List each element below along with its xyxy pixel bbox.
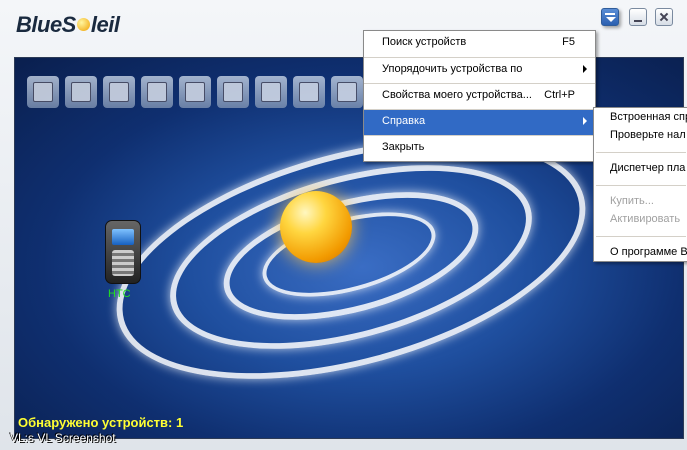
- printer-icon[interactable]: [103, 76, 135, 108]
- close-button[interactable]: [655, 8, 673, 26]
- menu-item-close[interactable]: Закрыть: [364, 135, 595, 161]
- menu-separator: [596, 177, 686, 186]
- menu-separator: [596, 228, 686, 237]
- menu-item-my-device-properties[interactable]: Свойства моего устройства... Ctrl+P: [364, 83, 595, 109]
- logo-text-left: BlueS: [16, 12, 76, 37]
- submenu-item-buy: Купить...: [610, 195, 654, 207]
- menu-item-label: Закрыть: [382, 141, 425, 153]
- menu-item-label: Поиск устройств: [382, 36, 467, 48]
- phone-keys: [112, 250, 134, 276]
- menu-item-sort-devices[interactable]: Упорядочить устройства по: [364, 57, 595, 83]
- phone-screen: [112, 229, 134, 245]
- device-label[interactable]: HTC: [108, 288, 131, 300]
- file-icon[interactable]: [141, 76, 173, 108]
- submenu-item-about[interactable]: О программе Bl: [594, 243, 687, 261]
- service-toolbar: [27, 76, 363, 108]
- menu-item-label: Справка: [382, 115, 426, 127]
- modem-icon[interactable]: [331, 76, 363, 108]
- menu-separator: [596, 144, 686, 153]
- network-icon[interactable]: [65, 76, 97, 108]
- submenu-item-check-updates[interactable]: Проверьте нал: [594, 126, 687, 144]
- menu-item-help[interactable]: Справка: [364, 109, 595, 135]
- watermark-text: VL:s VL Screenshot: [10, 431, 116, 445]
- menu-item-search-devices[interactable]: Поиск устройств F5: [364, 31, 595, 57]
- menu-item-label: Упорядочить устройства по: [382, 63, 523, 75]
- minimize-button[interactable]: [629, 8, 647, 26]
- fax-icon[interactable]: [255, 76, 287, 108]
- mouse-icon[interactable]: [293, 76, 325, 108]
- logo-text-right: leil: [90, 12, 120, 37]
- submenu-arrow-icon: [583, 117, 587, 125]
- phone-device-icon[interactable]: [105, 220, 141, 284]
- computer-icon[interactable]: [27, 76, 59, 108]
- status-text: Обнаружено устройств: 1: [18, 415, 184, 430]
- submenu-item-plugin-manager[interactable]: Диспетчер пла: [594, 159, 687, 177]
- sun-icon: [76, 17, 90, 31]
- main-context-menu: Поиск устройств F5 Упорядочить устройств…: [363, 30, 596, 162]
- submenu-arrow-icon: [583, 65, 587, 73]
- menu-item-shortcut: Ctrl+P: [544, 89, 575, 101]
- menu-dropdown-button[interactable]: [601, 8, 619, 26]
- contact-card-icon[interactable]: [217, 76, 249, 108]
- submenu-item-activate: Активировать: [610, 213, 681, 225]
- help-submenu: Встроенная спр Проверьте нал Диспетчер п…: [593, 107, 687, 262]
- pc-icon[interactable]: [179, 76, 211, 108]
- local-device-sun[interactable]: [280, 191, 352, 263]
- menu-item-shortcut: F5: [562, 36, 575, 48]
- menu-item-label: Свойства моего устройства...: [382, 89, 532, 101]
- bluesoleil-logo: BlueS leil: [16, 12, 120, 38]
- submenu-item-builtin-help[interactable]: Встроенная спр: [594, 108, 687, 126]
